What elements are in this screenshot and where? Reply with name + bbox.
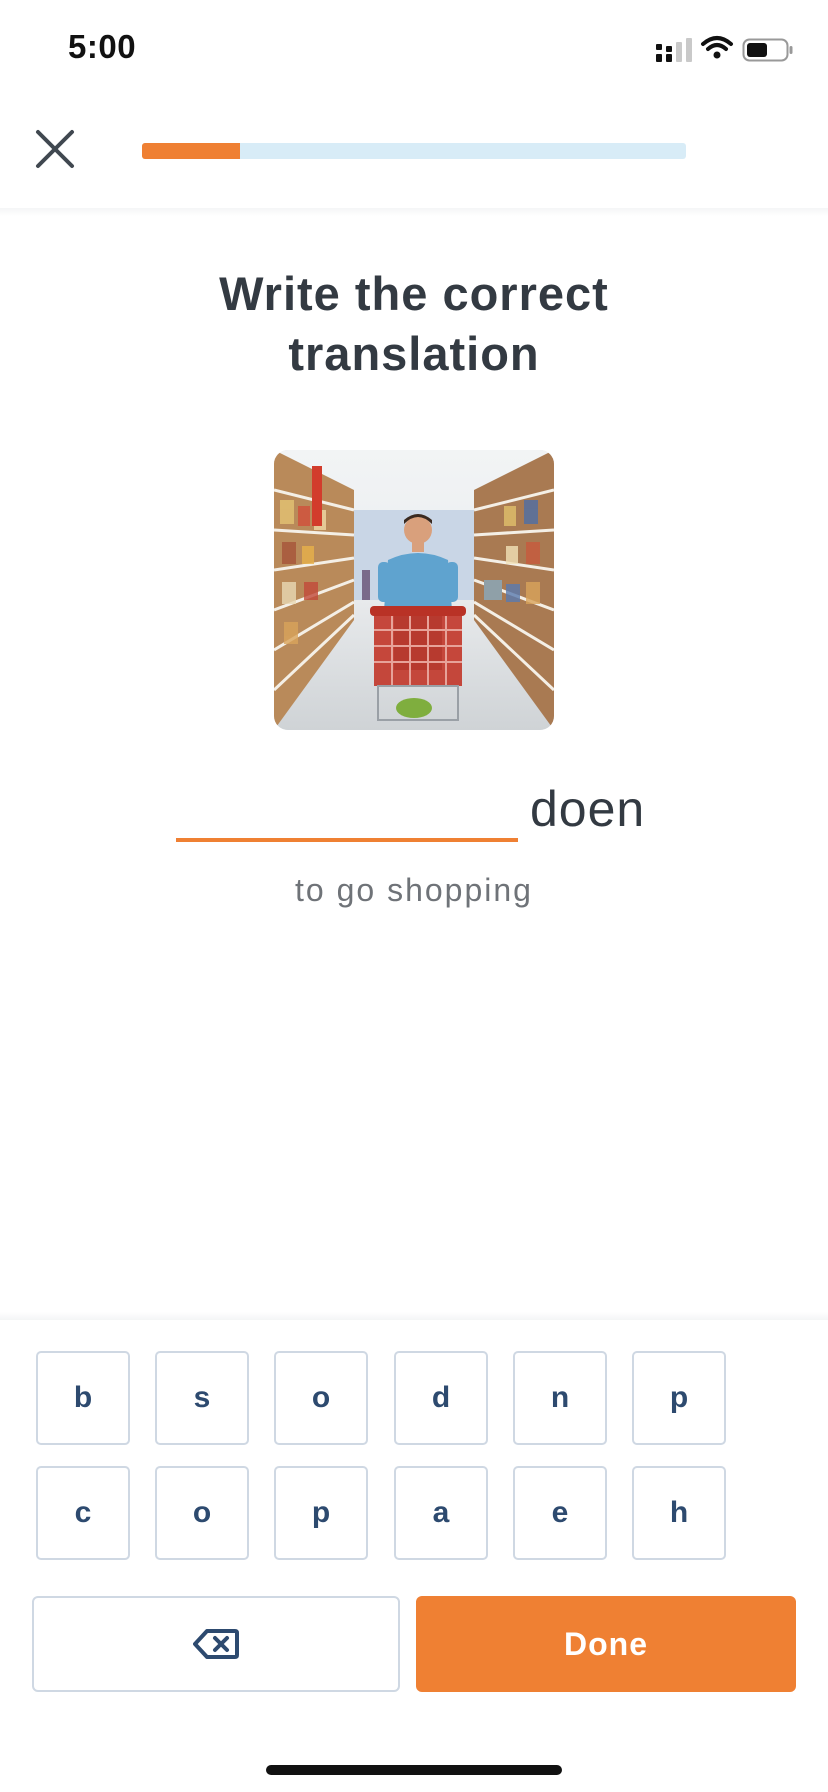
done-button[interactable]: Done bbox=[416, 1596, 796, 1692]
letter-key[interactable]: h bbox=[632, 1466, 726, 1560]
exercise-title-line2: translation bbox=[288, 327, 540, 380]
exercise-title: Write the correct translation bbox=[0, 264, 828, 384]
close-button[interactable] bbox=[30, 124, 80, 174]
backspace-icon bbox=[193, 1629, 239, 1659]
keyboard-divider bbox=[0, 1312, 828, 1320]
header-divider bbox=[0, 208, 828, 216]
status-time: 5:00 bbox=[68, 28, 137, 65]
letter-key[interactable]: o bbox=[155, 1466, 249, 1560]
translation-hint: to go shopping bbox=[295, 872, 533, 908]
lesson-progress-fill bbox=[142, 143, 240, 159]
letter-key[interactable]: p bbox=[632, 1351, 726, 1445]
lesson-progress-bar bbox=[142, 143, 686, 159]
backspace-button[interactable] bbox=[32, 1596, 400, 1692]
wifi-icon bbox=[701, 36, 733, 59]
letter-key[interactable]: d bbox=[394, 1351, 488, 1445]
home-indicator bbox=[266, 1765, 562, 1775]
battery-icon bbox=[742, 38, 793, 62]
supermarket-shopper-image bbox=[274, 450, 554, 730]
suffix-word: doen bbox=[530, 781, 646, 837]
letter-key[interactable]: b bbox=[36, 1351, 130, 1445]
exercise-title-line1: Write the correct bbox=[219, 267, 609, 320]
letter-key[interactable]: c bbox=[36, 1466, 130, 1560]
answer-input[interactable] bbox=[176, 770, 518, 842]
letter-key[interactable]: p bbox=[274, 1466, 368, 1560]
letter-key[interactable]: o bbox=[274, 1351, 368, 1445]
letter-key[interactable]: e bbox=[513, 1466, 607, 1560]
letter-key[interactable]: a bbox=[394, 1466, 488, 1560]
close-icon bbox=[36, 130, 74, 168]
letter-key[interactable]: n bbox=[513, 1351, 607, 1445]
letter-key[interactable]: s bbox=[155, 1351, 249, 1445]
